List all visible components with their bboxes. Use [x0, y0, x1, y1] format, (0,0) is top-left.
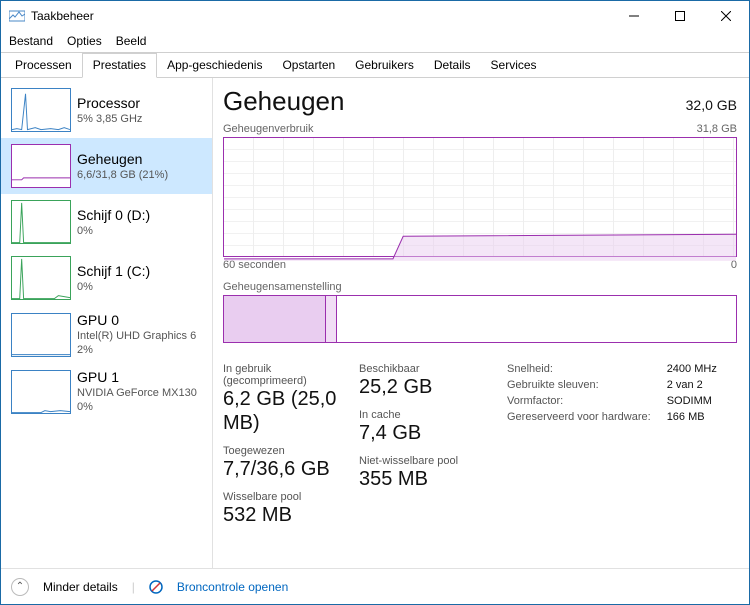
spec-form-label: Vormfactor: — [507, 395, 651, 407]
memory-specs: Snelheid: 2400 MHz Gebruikte sleuven: 2 … — [507, 363, 717, 527]
footer: ⌃ Minder details | Broncontrole openen — [1, 568, 749, 604]
sidebar-memory-sub: 6,6/31,8 GB (21%) — [77, 168, 168, 182]
sidebar-cpu-title: Processor — [77, 95, 142, 111]
stat-available-label: Beschikbaar — [359, 363, 489, 375]
sidebar-gpu0-sub: Intel(R) UHD Graphics 6 — [77, 329, 196, 343]
menu-view[interactable]: Beeld — [116, 34, 147, 48]
resource-monitor-icon — [149, 580, 163, 594]
spec-slots-label: Gebruikte sleuven: — [507, 379, 651, 391]
tab-app-history[interactable]: App-geschiedenis — [157, 54, 272, 77]
sidebar-cpu-sub: 5% 3,85 GHz — [77, 112, 142, 126]
window-title: Taakbeheer — [31, 9, 94, 23]
main-panel: Geheugen 32,0 GB Geheugenverbruik 31,8 G… — [213, 78, 749, 568]
sidebar-gpu0-title: GPU 0 — [77, 312, 196, 328]
tab-processes[interactable]: Processen — [5, 54, 82, 77]
sidebar-gpu1-sub2: 0% — [77, 400, 197, 414]
chevron-up-icon[interactable]: ⌃ — [11, 578, 29, 596]
stat-available-value: 25,2 GB — [359, 375, 489, 399]
tab-performance[interactable]: Prestaties — [82, 53, 157, 78]
sidebar-item-cpu[interactable]: Processor 5% 3,85 GHz — [1, 82, 212, 138]
sidebar-item-disk0[interactable]: Schijf 0 (D:) 0% — [1, 194, 212, 250]
menubar: Bestand Opties Beeld — [1, 30, 749, 52]
app-icon — [9, 8, 25, 24]
performance-sidebar: Processor 5% 3,85 GHz Geheugen 6,6/31,8 … — [1, 78, 213, 568]
sidebar-item-memory[interactable]: Geheugen 6,6/31,8 GB (21%) — [1, 138, 212, 194]
composition-label: Geheugensamenstelling — [223, 281, 737, 293]
page-title: Geheugen — [223, 86, 344, 117]
page-total: 32,0 GB — [686, 97, 737, 113]
sidebar-item-gpu1[interactable]: GPU 1 NVIDIA GeForce MX130 0% — [1, 363, 212, 420]
sidebar-item-gpu0[interactable]: GPU 0 Intel(R) UHD Graphics 6 2% — [1, 306, 212, 363]
spec-speed-label: Snelheid: — [507, 363, 651, 375]
sidebar-gpu1-title: GPU 1 — [77, 369, 197, 385]
task-manager-window: Taakbeheer Bestand Opties Beeld Processe… — [0, 0, 750, 605]
close-button[interactable] — [703, 1, 749, 31]
stat-committed-label: Toegewezen — [223, 445, 341, 457]
fewer-details-link[interactable]: Minder details — [43, 580, 118, 594]
resource-monitor-link[interactable]: Broncontrole openen — [177, 580, 288, 594]
stat-nonpaged-label: Niet-wisselbare pool — [359, 455, 489, 467]
memory-usage-graph[interactable] — [223, 137, 737, 257]
minimize-button[interactable] — [611, 1, 657, 31]
tab-services[interactable]: Services — [481, 54, 547, 77]
content-body: Processor 5% 3,85 GHz Geheugen 6,6/31,8 … — [1, 78, 749, 568]
spec-slots-value: 2 van 2 — [667, 379, 717, 391]
stat-committed-value: 7,7/36,6 GB — [223, 457, 341, 481]
sidebar-disk0-title: Schijf 0 (D:) — [77, 207, 150, 223]
stat-nonpaged-value: 355 MB — [359, 467, 489, 491]
stat-paged-label: Wisselbare pool — [223, 491, 341, 503]
spec-speed-value: 2400 MHz — [667, 363, 717, 375]
maximize-button[interactable] — [657, 1, 703, 31]
stat-inuse-label: In gebruik (gecomprimeerd) — [223, 363, 341, 387]
spec-reserved-value: 166 MB — [667, 411, 717, 423]
memory-composition-bar[interactable] — [223, 295, 737, 343]
sidebar-gpu1-sub: NVIDIA GeForce MX130 — [77, 386, 197, 400]
sidebar-disk1-sub: 0% — [77, 280, 150, 294]
sidebar-disk1-title: Schijf 1 (C:) — [77, 263, 150, 279]
graph-label-left: Geheugenverbruik — [223, 123, 314, 135]
sidebar-gpu0-sub2: 2% — [77, 343, 196, 357]
tabsbar: Processen Prestaties App-geschiedenis Op… — [1, 52, 749, 78]
stat-inuse-value: 6,2 GB (25,0 MB) — [223, 387, 341, 435]
titlebar: Taakbeheer — [1, 0, 749, 30]
menu-options[interactable]: Opties — [67, 34, 102, 48]
sidebar-disk0-sub: 0% — [77, 224, 150, 238]
stat-cached-value: 7,4 GB — [359, 421, 489, 445]
stat-paged-value: 532 MB — [223, 503, 341, 527]
stat-cached-label: In cache — [359, 409, 489, 421]
sidebar-memory-title: Geheugen — [77, 151, 168, 167]
tab-details[interactable]: Details — [424, 54, 481, 77]
spec-reserved-label: Gereserveerd voor hardware: — [507, 411, 651, 423]
tab-startup[interactable]: Opstarten — [272, 54, 345, 77]
sidebar-item-disk1[interactable]: Schijf 1 (C:) 0% — [1, 250, 212, 306]
spec-form-value: SODIMM — [667, 395, 717, 407]
menu-file[interactable]: Bestand — [9, 34, 53, 48]
tab-users[interactable]: Gebruikers — [345, 54, 424, 77]
graph-label-right: 31,8 GB — [697, 123, 737, 135]
